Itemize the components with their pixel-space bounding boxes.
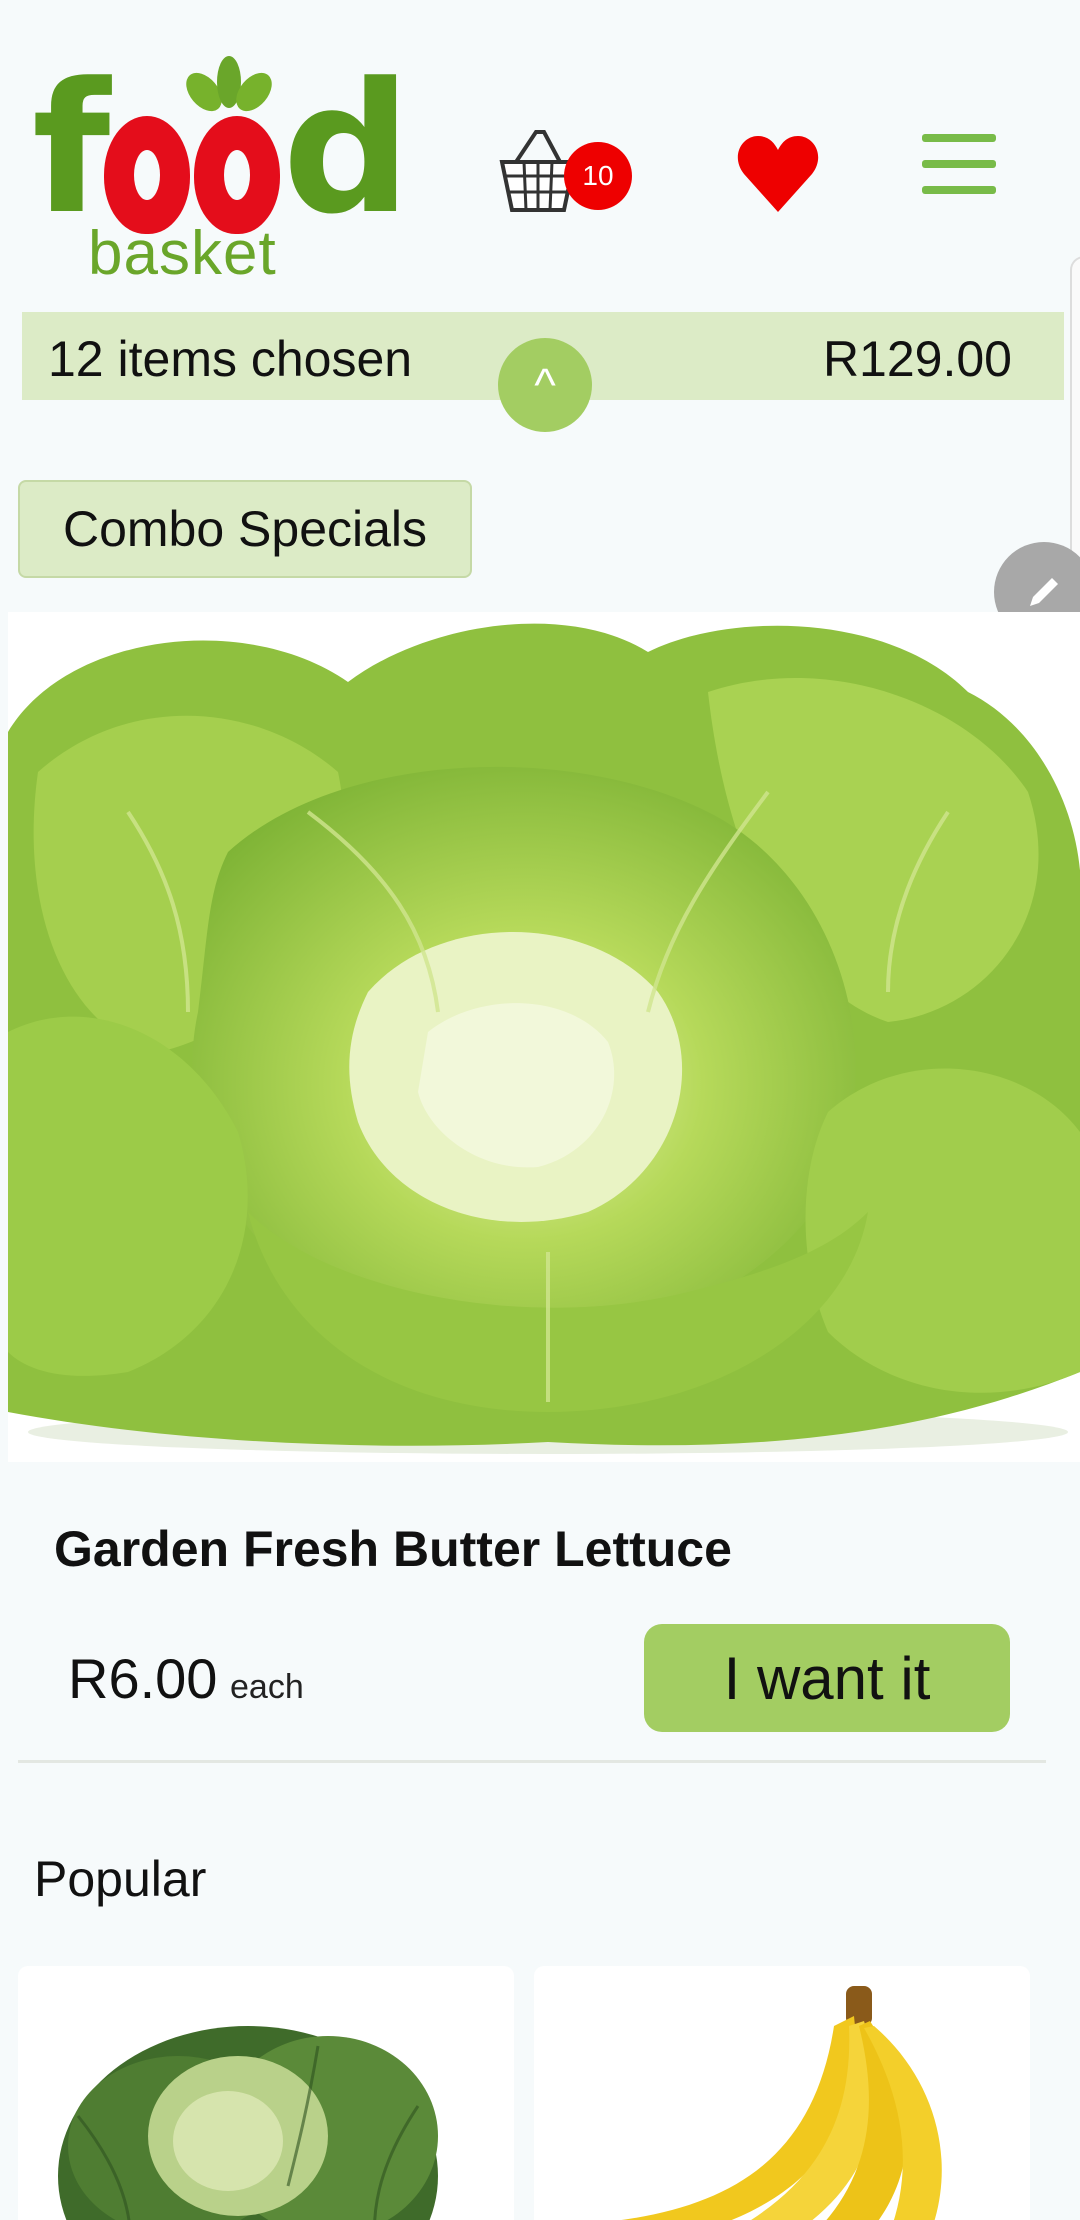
- divider: [18, 1760, 1046, 1763]
- items-chosen-count: 12 items chosen: [48, 331, 413, 387]
- product-name: Garden Fresh Butter Lettuce: [54, 1521, 732, 1577]
- pencil-icon: [1030, 578, 1058, 606]
- combo-specials-button[interactable]: Combo Specials: [18, 480, 472, 578]
- food-basket-logo[interactable]: fd basket: [32, 50, 411, 290]
- menu-line: [922, 160, 996, 168]
- savoy-cabbage-photo: [58, 2026, 438, 2220]
- hamburger-menu-button[interactable]: [922, 134, 996, 198]
- basket-total: R129.00: [822, 331, 1012, 387]
- product-price: R6.00: [68, 1647, 218, 1710]
- expand-summary-button[interactable]: ^: [498, 338, 592, 432]
- favorites-button[interactable]: [736, 134, 820, 214]
- popular-item-card[interactable]: [18, 1966, 514, 2220]
- heart-icon: [737, 136, 819, 212]
- logo-wordmark: fd: [32, 45, 411, 254]
- bananas-photo: [621, 1986, 942, 2220]
- logo-subtitle: basket: [88, 219, 277, 288]
- menu-line: [922, 186, 996, 194]
- cart-count-badge: 10: [564, 142, 632, 210]
- butter-lettuce-photo[interactable]: [8, 612, 1080, 1462]
- popular-heading: Popular: [34, 1851, 207, 1907]
- i-want-it-button[interactable]: I want it: [644, 1624, 1010, 1732]
- popular-item-card[interactable]: [534, 1966, 1030, 2220]
- lettuce-illustration: [8, 623, 1080, 1454]
- hamburger-menu-icon: [922, 134, 996, 142]
- price-unit: each: [230, 1668, 304, 1706]
